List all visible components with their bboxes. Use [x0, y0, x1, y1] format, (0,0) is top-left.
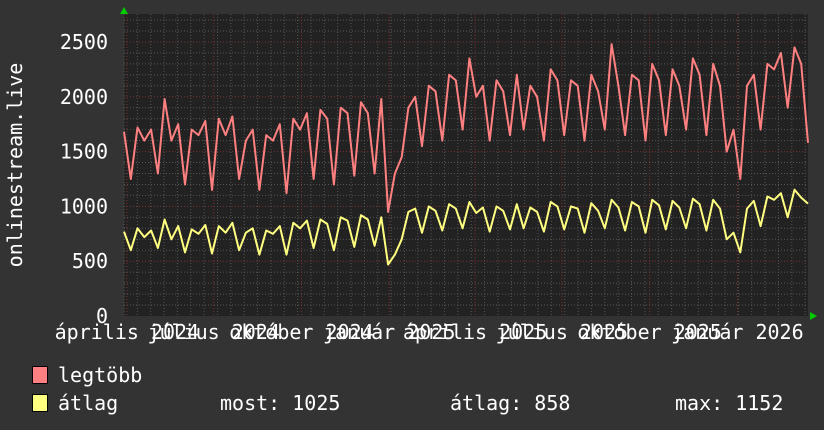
stat-now: most: 1025 [220, 391, 341, 415]
x-axis-ticks: április 2024július 2024október 2024januá… [55, 320, 804, 344]
y-axis-arrow-icon [120, 7, 128, 14]
y-axis-title: onlinestream.live [3, 63, 27, 268]
y-tick-label: 500 [72, 249, 108, 273]
legend-avg: átlag most: 1025 átlag: 858 max: 1152 [32, 391, 822, 415]
legend-label-max: legtöbb [58, 363, 143, 387]
x-axis-arrow-icon [810, 312, 817, 320]
y-tick-label: 2500 [60, 30, 108, 54]
stat-max: max: 1152 [675, 391, 784, 415]
x-tick-label: január 2026 [671, 320, 803, 344]
y-tick-label: 2000 [60, 85, 108, 109]
plot-area [124, 14, 808, 316]
y-tick-label: 1500 [60, 140, 108, 164]
y-axis-ticks: 05001000150020002500 [60, 30, 108, 328]
legend-swatch-max [32, 366, 48, 384]
legend-swatch-avg [32, 394, 48, 412]
stat-average: átlag: 858 [450, 391, 571, 415]
y-tick-label: 1000 [60, 194, 108, 218]
legend-label-avg: átlag [58, 391, 119, 415]
legend-max: legtöbb [32, 363, 142, 387]
